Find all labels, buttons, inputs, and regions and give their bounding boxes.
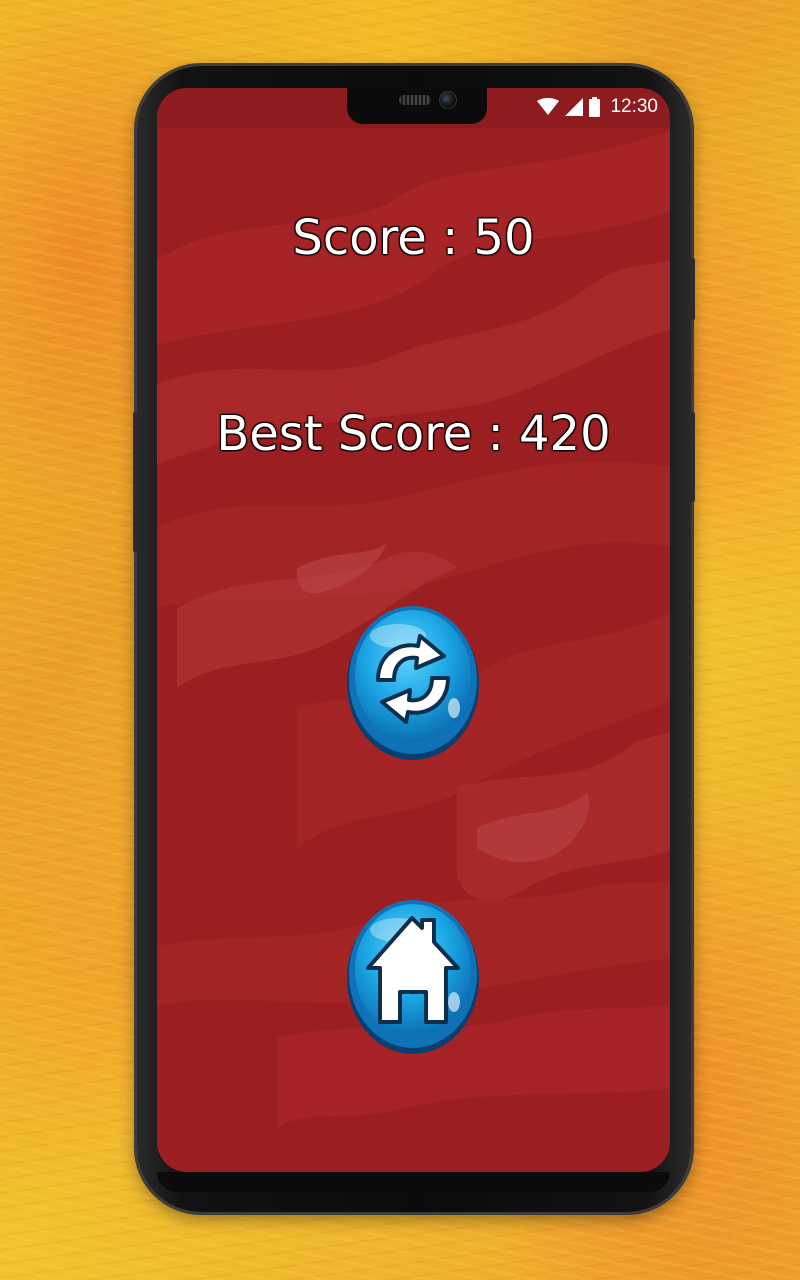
- game-over-screen: 12:30 Score : 50 Best Score : 420: [157, 88, 670, 1172]
- phone-notch: [347, 88, 487, 124]
- phone-volume-button: [133, 412, 138, 552]
- cellular-signal-icon: [565, 98, 584, 116]
- status-icons: 12:30: [537, 95, 658, 119]
- home-button[interactable]: [346, 894, 480, 1054]
- earpiece-speaker: [399, 95, 431, 105]
- restart-button[interactable]: [346, 600, 480, 760]
- phone-bottom-bezel: [157, 1172, 670, 1192]
- front-camera: [439, 91, 457, 109]
- battery-icon: [589, 97, 601, 117]
- phone-power-button: [690, 258, 695, 320]
- phone-side-button: [690, 412, 695, 502]
- score-label: Score : 50: [292, 210, 535, 266]
- wifi-icon: [537, 98, 560, 116]
- best-score-label: Best Score : 420: [216, 406, 611, 462]
- status-clock: 12:30: [610, 96, 658, 117]
- restart-icon: [347, 606, 479, 760]
- home-icon: [347, 900, 479, 1054]
